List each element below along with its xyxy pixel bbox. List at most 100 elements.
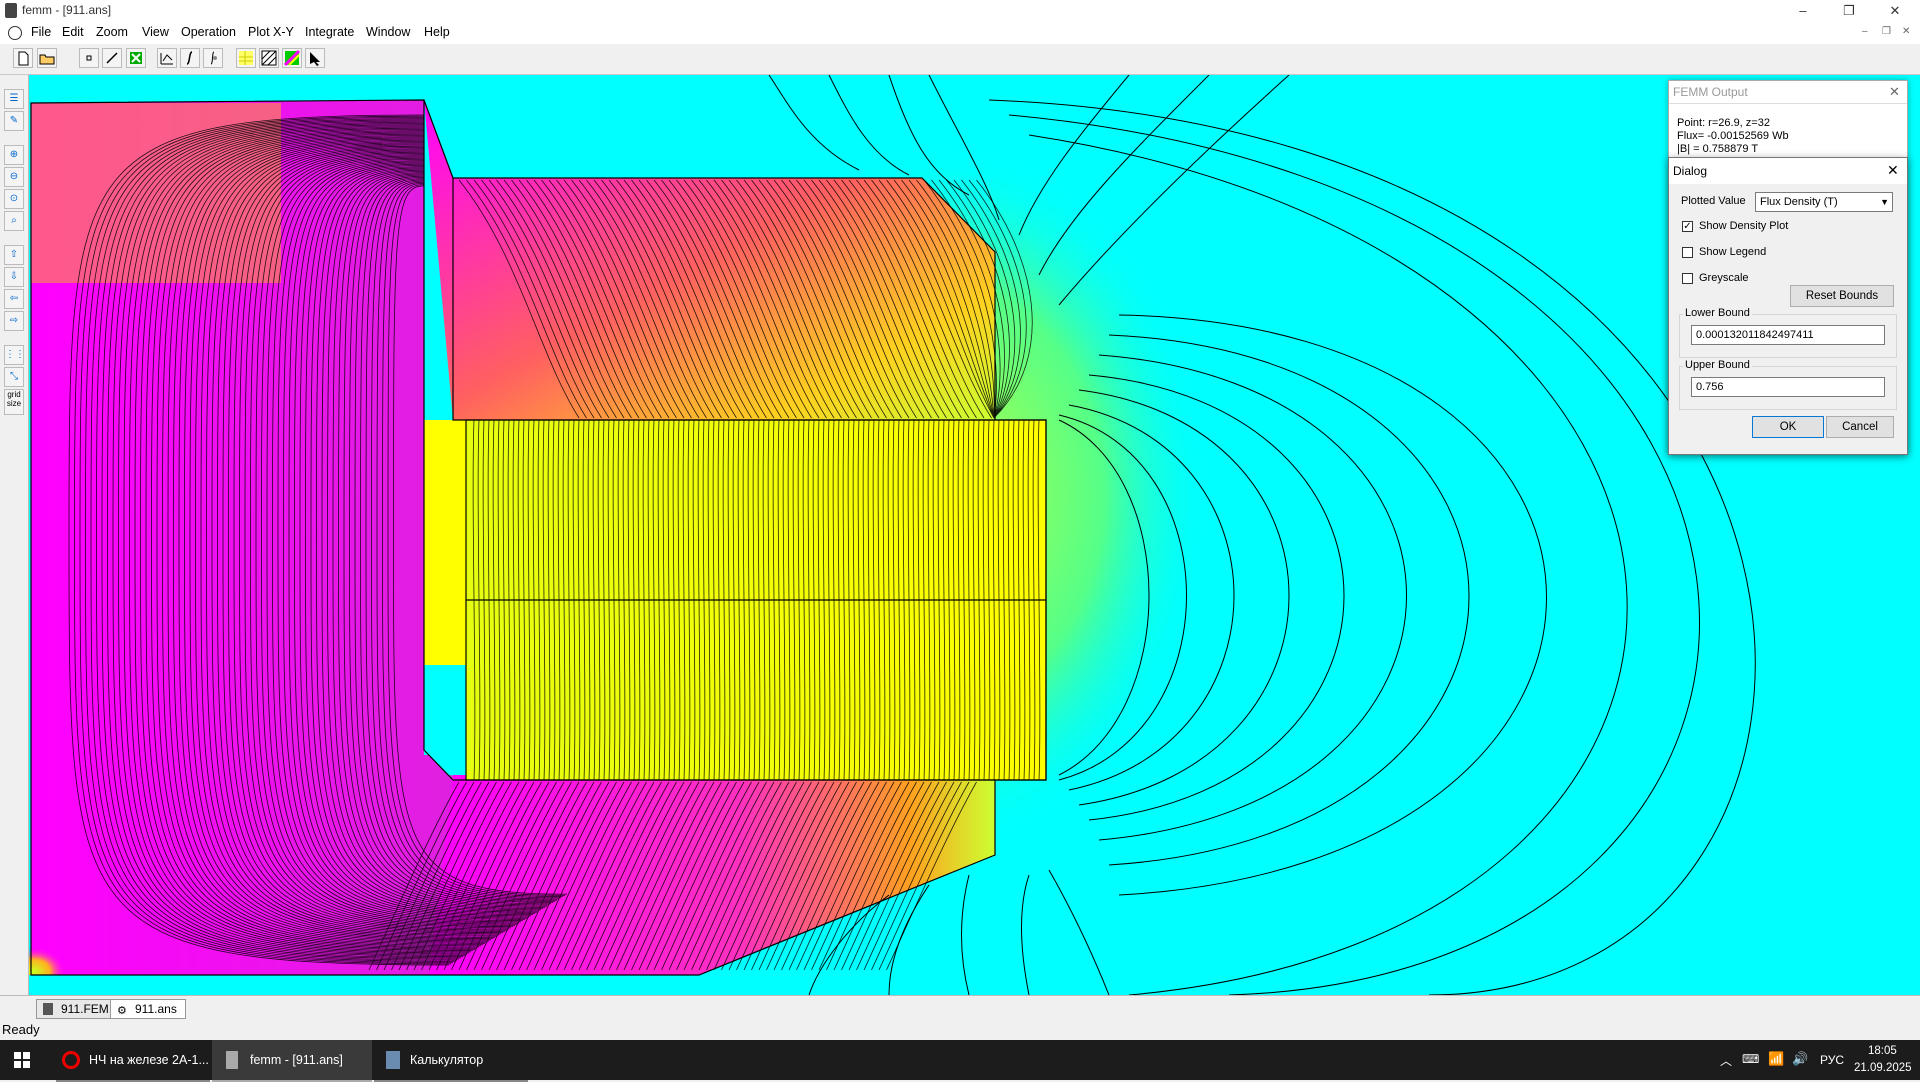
view-toolbar: ☰ ✎ ⊕ ⊖ ⊙ ⌕ ⇧ ⇩ ⇦ ⇨ ⋮⋮ ⤡ grid size (0, 75, 29, 995)
network-icon[interactable]: 📶 (1768, 1051, 1784, 1067)
new-file-icon[interactable] (13, 48, 33, 68)
tab-911-fem[interactable]: 911.FEM (36, 999, 118, 1019)
tab-911-fem-label: 911.FEM (61, 1002, 109, 1016)
density-plot-dialog: Dialog ✕ Plotted Value Flux Density (T) … (1668, 157, 1908, 455)
greyscale-label: Greyscale (1699, 272, 1749, 284)
taskbar-item-femm[interactable]: femm - [911.ans] (212, 1040, 372, 1082)
zoom-out-icon[interactable]: ⊖ (4, 167, 24, 187)
restore-button[interactable]: ❐ (1826, 0, 1872, 22)
menu-view[interactable]: View (142, 25, 169, 39)
output-b: |B| = 0.758879 T (1677, 143, 1759, 155)
line-integral-icon[interactable] (180, 48, 200, 68)
pan-left-icon[interactable]: ⇦ (4, 289, 24, 309)
mdi-close-button[interactable]: ✕ (1902, 26, 1910, 37)
status-text: Ready (2, 1022, 40, 1037)
menu-edit[interactable]: Edit (62, 25, 84, 39)
menu-operation[interactable]: Operation (181, 25, 236, 39)
opera-icon (62, 1051, 80, 1069)
taskbar-item-calculator[interactable]: Калькулятор (374, 1040, 528, 1082)
block-integral-icon[interactable] (203, 48, 223, 68)
mdi-restore-button[interactable]: ❐ (1882, 26, 1891, 37)
taskbar-item-femm-label: femm - [911.ans] (250, 1053, 343, 1067)
document-tab-bar: 911.FEM ⚙ 911.ans (0, 995, 1920, 1020)
taskbar-item-calculator-label: Калькулятор (410, 1053, 484, 1067)
status-bar: Ready (0, 1020, 1920, 1040)
show-density-label: Show Density Plot (1699, 220, 1789, 232)
lower-bound-label: Lower Bound (1683, 307, 1752, 319)
pan-up-icon[interactable]: ⇧ (4, 245, 24, 265)
field-plot-canvas[interactable] (29, 75, 1920, 995)
toolbar (0, 44, 1920, 75)
ok-button[interactable]: OK (1752, 416, 1824, 438)
cancel-button[interactable]: Cancel (1826, 416, 1894, 438)
femm-app-icon (226, 1051, 238, 1069)
color-legend-icon[interactable] (282, 48, 302, 68)
open-file-icon[interactable] (37, 48, 57, 68)
femm-output-header: FEMM Output ✕ (1669, 81, 1907, 104)
show-legend-checkbox[interactable] (1682, 247, 1693, 258)
ans-doc-icon: ⚙ (117, 1005, 127, 1017)
select-arrow-icon[interactable] (305, 48, 325, 68)
flux-density-plot (29, 75, 1920, 995)
menu-plot-xy[interactable]: Plot X-Y (248, 25, 294, 39)
plotted-value-selected: Flux Density (T) (1760, 196, 1838, 208)
output-flux: Flux= -0.00152569 Wb (1677, 130, 1789, 142)
menu-window[interactable]: Window (366, 25, 410, 39)
dialog-close-icon[interactable]: ✕ (1887, 162, 1899, 179)
menu-file[interactable]: File (31, 25, 51, 39)
taskbar-item-opera[interactable]: НЧ на железе 2А-1... (56, 1040, 210, 1082)
menu-integrate[interactable]: Integrate (305, 25, 354, 39)
menu-help[interactable]: Help (424, 25, 450, 39)
femm-doc-icon (43, 1003, 53, 1015)
dialog-title: Dialog (1673, 164, 1708, 178)
minimize-button[interactable]: – (1780, 0, 1826, 22)
menu-zoom[interactable]: Zoom (96, 25, 128, 39)
dialog-header: Dialog ✕ (1669, 158, 1907, 184)
clock-time[interactable]: 18:05 (1868, 1045, 1897, 1057)
language-indicator[interactable]: РУС (1820, 1053, 1844, 1067)
grid-size-icon[interactable]: grid size (4, 389, 24, 415)
chevron-down-icon: ▼ (1880, 197, 1889, 207)
menu-bar: File Edit Zoom View Operation Plot X-Y I… (0, 22, 1920, 45)
tab-911-ans-label: 911.ans (135, 1002, 177, 1016)
plotted-value-select[interactable]: Flux Density (T) ▼ (1755, 192, 1893, 212)
snap-icon[interactable]: ⤡ (4, 367, 24, 387)
reset-bounds-button[interactable]: Reset Bounds (1790, 285, 1894, 307)
output-point: Point: r=26.9, z=32 (1677, 117, 1770, 129)
block-mode-icon[interactable] (126, 48, 146, 68)
density-plot-icon[interactable] (236, 48, 256, 68)
windows-start-icon[interactable] (14, 1052, 30, 1068)
taskbar-item-opera-label: НЧ на железе 2А-1... (89, 1053, 209, 1067)
calculator-icon (386, 1051, 400, 1069)
pan-down-icon[interactable]: ⇩ (4, 267, 24, 287)
upper-bound-input[interactable]: 0.756 (1691, 377, 1885, 397)
app-icon (5, 3, 17, 18)
grid-icon[interactable]: ⋮⋮ (4, 345, 25, 365)
contour-icon[interactable] (157, 48, 177, 68)
chevron-up-icon[interactable]: ︿ (1720, 1052, 1732, 1069)
pencil-icon[interactable]: ✎ (4, 111, 24, 131)
lower-bound-input[interactable]: 0.000132011842497411 (1691, 325, 1885, 345)
keyboard-icon[interactable]: ⌨ (1742, 1052, 1759, 1066)
greyscale-checkbox[interactable] (1682, 273, 1693, 284)
document-icon[interactable] (8, 26, 22, 40)
upper-bound-label: Upper Bound (1683, 359, 1752, 371)
femm-output-close-icon[interactable]: ✕ (1889, 84, 1900, 100)
mdi-minimize-button[interactable]: – (1862, 26, 1868, 37)
pan-right-icon[interactable]: ⇨ (4, 311, 24, 331)
zoom-window-icon[interactable]: ⌕ (4, 211, 24, 231)
tab-911-ans[interactable]: ⚙ 911.ans (110, 999, 186, 1019)
edit-icon[interactable]: ☰ (4, 89, 24, 109)
volume-icon[interactable]: 🔊 (1792, 1051, 1808, 1067)
vector-plot-icon[interactable] (259, 48, 279, 68)
show-density-checkbox[interactable]: ✓ (1682, 221, 1693, 232)
segment-mode-icon[interactable] (102, 48, 122, 68)
close-button[interactable]: ✕ (1872, 0, 1918, 22)
show-legend-label: Show Legend (1699, 246, 1767, 258)
clock-date[interactable]: 21.09.2025 (1854, 1062, 1912, 1074)
zoom-natural-icon[interactable]: ⊙ (4, 189, 24, 209)
plotted-value-label: Plotted Value (1681, 195, 1746, 207)
node-mode-icon[interactable] (79, 48, 99, 68)
zoom-in-icon[interactable]: ⊕ (4, 145, 24, 165)
window-title: femm - [911.ans] (22, 3, 112, 17)
